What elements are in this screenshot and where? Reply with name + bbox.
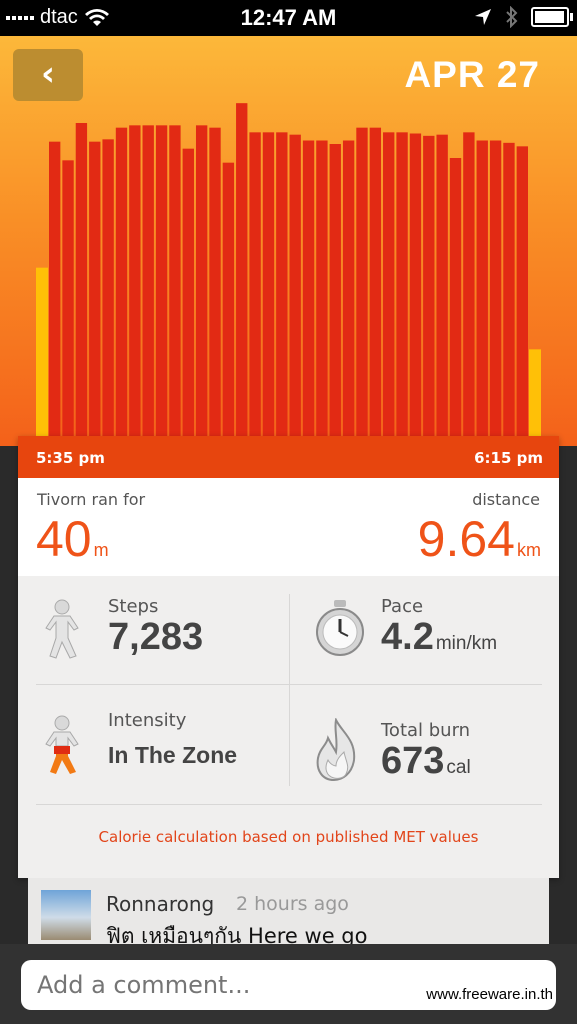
chart-bar [436, 134, 448, 438]
chart-bar [169, 125, 181, 438]
chart-bar [236, 103, 248, 439]
chart-bar [302, 140, 315, 438]
chart-bar [489, 140, 502, 438]
intensity-label: Intensity [108, 710, 187, 731]
chart-bar [115, 127, 128, 439]
chart-bar [289, 134, 301, 438]
chart-bar [503, 142, 515, 438]
chart-bar [356, 127, 368, 439]
chart-bar [182, 148, 194, 438]
chart-bar [369, 127, 382, 439]
feed-comment: Ronnarong 2 hours ago ฟิต เหมือนๆกัน Her… [28, 878, 549, 948]
commenter-name[interactable]: Ronnarong [106, 892, 214, 916]
activity-card: 5:35 pm 6:15 pm Tivorn ran for distance … [18, 436, 559, 878]
run-summary: Tivorn ran for distance 40 m 9.64 km [18, 478, 559, 576]
chart-bar [423, 135, 435, 438]
start-time-label: 5:35 pm [36, 449, 105, 467]
pace-unit: min/km [435, 633, 498, 654]
chart-bar-edge-start [36, 267, 48, 438]
chart-bar [222, 162, 235, 438]
chart-bar [195, 125, 208, 438]
duration-unit: m [93, 540, 109, 560]
steps-number: 7,283 [108, 616, 204, 658]
total-burn-unit: cal [446, 757, 471, 778]
total-burn-value: 673 cal [381, 740, 471, 783]
chart-bar [383, 132, 395, 438]
chart-bar [209, 127, 221, 439]
activity-chart [36, 103, 541, 439]
watermark: www.freeware.in.th [426, 986, 553, 1003]
comment-bar: www.freeware.in.th [0, 944, 577, 1024]
calorie-note: Calorie calculation based on published M… [98, 828, 479, 846]
stats-grid: Steps 7,283 Pace 4.2 min/km Intensity In … [18, 576, 559, 878]
back-button[interactable]: ‹ [13, 49, 83, 101]
chart-bar [516, 146, 528, 438]
chart-bar [155, 125, 168, 438]
chart-bar [102, 139, 114, 438]
chart-bar [129, 125, 141, 438]
intensity-figure-icon [45, 715, 79, 774]
steps-label: Steps [108, 596, 159, 617]
time-range-bar: 5:35 pm 6:15 pm [18, 436, 559, 478]
chart-bar [342, 140, 355, 438]
chart-bar [262, 132, 275, 438]
vertical-divider [289, 594, 290, 786]
end-time-label: 6:15 pm [474, 449, 543, 467]
bluetooth-icon [506, 6, 518, 28]
steps-value: 7,283 [108, 616, 203, 659]
chart-bar-edge-end [529, 349, 541, 438]
chart-bar [449, 158, 462, 438]
status-bar: dtac 12:47 AM [0, 0, 577, 36]
distance-number: 9.64 [417, 511, 515, 567]
chart-bar [276, 132, 288, 438]
chart-bar [62, 160, 74, 438]
avatar[interactable] [41, 890, 91, 940]
chart-bar [75, 123, 88, 438]
duration-value: 40 m [36, 510, 109, 568]
total-burn-label: Total burn [381, 720, 471, 741]
location-arrow-icon [475, 9, 491, 25]
chart-bar [329, 144, 341, 438]
activity-date: APR 27 [404, 54, 540, 95]
chart-bar [409, 133, 422, 438]
status-icons [473, 6, 573, 28]
total-burn-number: 673 [381, 740, 445, 782]
chart-bar [49, 141, 61, 438]
horizontal-divider [36, 684, 542, 685]
intensity-value: In The Zone [108, 742, 237, 769]
ran-for-label: Tivorn ran for [37, 490, 146, 509]
battery-icon [531, 7, 573, 27]
distance-value: 9.64 km [418, 510, 541, 568]
intensity-text: In The Zone [108, 742, 238, 768]
chart-bar [463, 132, 475, 438]
pace-label: Pace [381, 596, 424, 617]
chart-bar [249, 132, 261, 438]
distance-unit: km [517, 540, 541, 560]
distance-label: distance [472, 490, 540, 509]
chart-bar [396, 132, 408, 438]
pace-number: 4.2 [381, 616, 434, 658]
flame-icon [316, 718, 356, 782]
comment-timestamp: 2 hours ago [236, 893, 349, 915]
activity-header: ‹ APR 27 [0, 36, 577, 446]
horizontal-divider [36, 804, 542, 805]
chevron-left-icon: ‹ [40, 54, 55, 94]
chart-bar [316, 140, 328, 438]
chart-bar [142, 125, 154, 438]
walking-figure-icon [45, 599, 79, 659]
chart-bar [89, 141, 101, 438]
chart-bar [476, 140, 488, 438]
stopwatch-icon [316, 600, 364, 656]
duration-number: 40 [36, 511, 92, 567]
pace-value: 4.2 min/km [381, 616, 497, 659]
